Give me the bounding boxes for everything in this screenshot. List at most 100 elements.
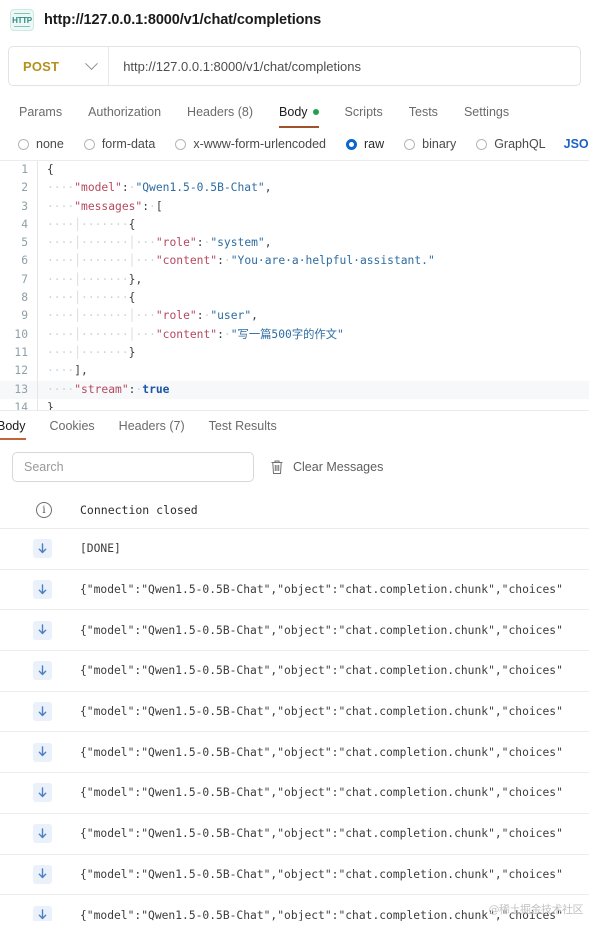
code-token: ···· <box>101 328 128 341</box>
message-text: {"model":"Qwen1.5-0.5B-Chat","object":"c… <box>80 705 563 718</box>
code-line: 13····"stream":·true <box>0 381 589 399</box>
radio-form-data[interactable]: form-data <box>74 137 166 151</box>
code-line-content: ····"messages":·[ <box>37 198 589 216</box>
code-line: 14} <box>0 399 589 410</box>
response-tab-test-results[interactable]: Test Results <box>197 419 289 440</box>
code-token: ···· <box>47 309 74 322</box>
page-title: http://127.0.0.1:8000/v1/chat/completion… <box>44 12 321 28</box>
code-token: · <box>149 200 156 213</box>
websocket-message-list[interactable]: [DONE]{"model":"Qwen1.5-0.5B-Chat","obje… <box>0 528 589 925</box>
radio-graphql[interactable]: GraphQL <box>466 137 555 151</box>
code-line-content: ····│·······│···"content":·"写一篇500字的作文" <box>37 326 589 344</box>
message-row[interactable]: {"model":"Qwen1.5-0.5B-Chat","object":"c… <box>0 651 589 692</box>
code-line: 2····"model":·"Qwen1.5-0.5B-Chat", <box>0 179 589 197</box>
message-row[interactable]: {"model":"Qwen1.5-0.5B-Chat","object":"c… <box>0 773 589 814</box>
arrow-down-icon <box>37 624 48 636</box>
code-token: , <box>81 364 88 377</box>
code-token: ···· <box>47 236 74 249</box>
code-line: 3····"messages":·[ <box>0 198 589 216</box>
code-token: ] <box>74 364 81 377</box>
radio-label: x-www-form-urlencoded <box>193 137 326 151</box>
code-token: "system" <box>210 236 264 249</box>
line-number: 11 <box>0 344 37 362</box>
code-token: "messages" <box>74 200 142 213</box>
tab-tests[interactable]: Tests <box>396 105 451 128</box>
code-token: ··· <box>81 254 101 267</box>
code-token: "写一篇500字的作文" <box>231 328 344 341</box>
code-token: "role" <box>156 309 197 322</box>
code-token: ···· <box>101 218 128 231</box>
tab-label: Body <box>0 419 26 433</box>
radio-urlencoded[interactable]: x-www-form-urlencoded <box>165 137 336 151</box>
message-row[interactable]: {"model":"Qwen1.5-0.5B-Chat","object":"c… <box>0 610 589 651</box>
code-token: : <box>122 181 129 194</box>
window-titlebar: HTTP http://127.0.0.1:8000/v1/chat/compl… <box>0 0 589 40</box>
code-token: { <box>129 291 136 304</box>
code-token: ··· <box>135 309 155 322</box>
line-number: 3 <box>0 198 37 216</box>
http-method-selector[interactable]: POST <box>9 47 109 85</box>
message-row[interactable]: {"model":"Qwen1.5-0.5B-Chat","object":"c… <box>0 692 589 733</box>
radio-circle-icon <box>18 139 29 150</box>
arrow-down-icon <box>37 584 48 596</box>
code-token: │ <box>74 346 81 359</box>
tab-headers[interactable]: Headers (8) <box>174 105 266 128</box>
code-token: ···· <box>47 364 74 377</box>
code-line-content: } <box>37 399 589 410</box>
arrow-down-icon <box>33 783 52 802</box>
line-number: 8 <box>0 289 37 307</box>
radio-circle-icon <box>476 139 487 150</box>
url-input[interactable]: http://127.0.0.1:8000/v1/chat/completion… <box>109 59 361 74</box>
tab-params[interactable]: Params <box>6 105 75 128</box>
message-row[interactable]: [DONE] <box>0 529 589 570</box>
info-icon: i <box>36 502 52 518</box>
message-row[interactable]: {"model":"Qwen1.5-0.5B-Chat","object":"c… <box>0 570 589 611</box>
code-token: │ <box>74 291 81 304</box>
code-token: , <box>265 181 272 194</box>
arrow-down-icon <box>33 743 52 762</box>
message-row[interactable]: {"model":"Qwen1.5-0.5B-Chat","object":"c… <box>0 814 589 855</box>
response-tab-cookies[interactable]: Cookies <box>38 419 107 440</box>
http-method-label: POST <box>23 59 59 74</box>
radio-circle-icon <box>175 139 186 150</box>
connection-status-row: i Connection closed <box>0 492 589 528</box>
tab-scripts[interactable]: Scripts <box>332 105 396 128</box>
code-token: ···· <box>47 218 74 231</box>
arrow-down-icon <box>33 621 52 640</box>
code-token: ···· <box>101 236 128 249</box>
line-number: 7 <box>0 271 37 289</box>
trash-icon <box>270 459 284 475</box>
radio-raw[interactable]: raw <box>336 137 394 151</box>
radio-binary[interactable]: binary <box>394 137 466 151</box>
line-number: 13 <box>0 381 37 399</box>
radio-none[interactable]: none <box>6 137 74 151</box>
message-text: {"model":"Qwen1.5-0.5B-Chat","object":"c… <box>80 746 563 759</box>
body-format-selector[interactable]: JSON <box>564 137 589 151</box>
tab-settings[interactable]: Settings <box>451 105 522 128</box>
request-body-editor[interactable]: 1{2····"model":·"Qwen1.5-0.5B-Chat",3···… <box>0 160 589 410</box>
code-token: } <box>47 401 54 410</box>
bottom-edge <box>0 921 589 925</box>
code-token: "model" <box>74 181 122 194</box>
response-tab-headers[interactable]: Headers (7) <box>107 419 197 440</box>
code-line: 5····│·······│···"role":·"system", <box>0 234 589 252</box>
tab-body[interactable]: Body <box>266 105 332 128</box>
code-token: : <box>197 309 204 322</box>
code-line: 1{ <box>0 161 589 179</box>
code-token: : <box>217 328 224 341</box>
arrow-down-icon <box>37 543 48 555</box>
tab-authorization[interactable]: Authorization <box>75 105 174 128</box>
clear-messages-button[interactable]: Clear Messages <box>270 459 383 475</box>
code-token: ··· <box>81 328 101 341</box>
code-token: ··· <box>135 328 155 341</box>
code-token: "user" <box>210 309 251 322</box>
message-text: {"model":"Qwen1.5-0.5B-Chat","object":"c… <box>80 664 563 677</box>
message-row[interactable]: {"model":"Qwen1.5-0.5B-Chat","object":"c… <box>0 855 589 896</box>
code-token: : <box>197 236 204 249</box>
message-row[interactable]: {"model":"Qwen1.5-0.5B-Chat","object":"c… <box>0 732 589 773</box>
tab-label: Scripts <box>345 105 383 119</box>
search-box[interactable] <box>12 452 254 482</box>
search-input[interactable] <box>24 460 242 474</box>
response-tab-body[interactable]: Body <box>0 419 38 440</box>
code-line-content: ····│·······{ <box>37 289 589 307</box>
